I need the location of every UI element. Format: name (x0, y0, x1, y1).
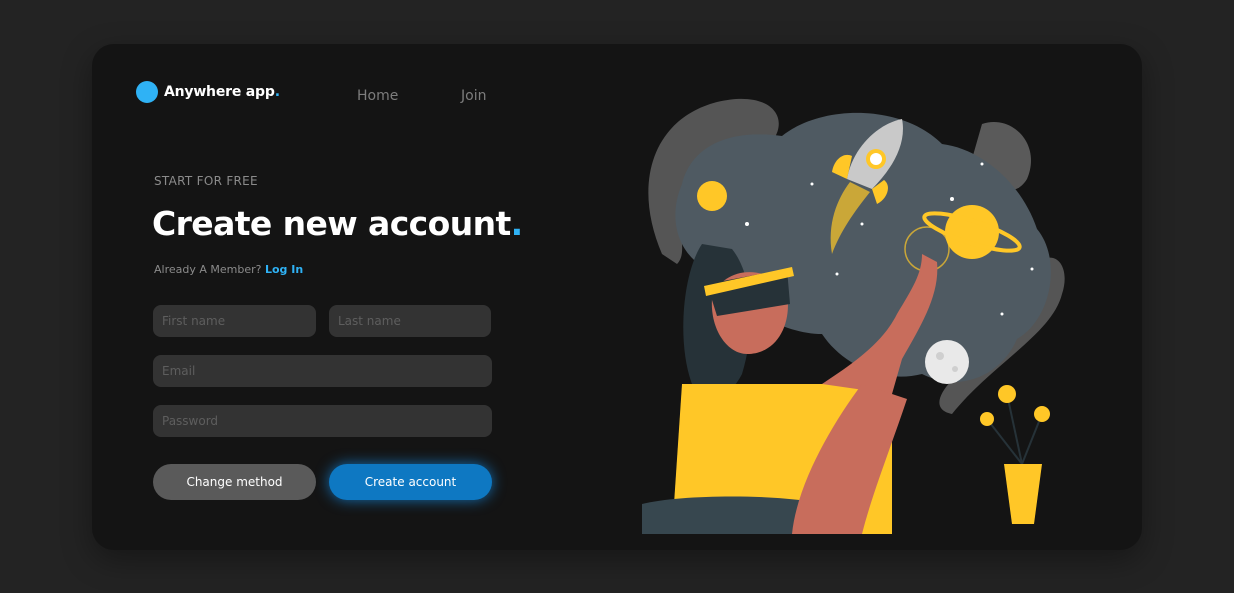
logo[interactable]: Anywhere app. (136, 81, 280, 103)
last-name-input[interactable] (329, 305, 491, 337)
signup-card: Anywhere app. Home Join START FOR FREE C… (92, 44, 1142, 550)
vase-icon (1004, 464, 1042, 524)
change-method-button[interactable]: Change method (153, 464, 316, 500)
nav-join-link[interactable]: Join (461, 88, 486, 104)
nav-home-link[interactable]: Home (357, 88, 398, 104)
title-dot: . (510, 204, 524, 243)
vr-space-illustration (642, 98, 1065, 534)
first-name-input[interactable] (153, 305, 316, 337)
logo-text: Anywhere app. (164, 84, 280, 100)
eyebrow-text: START FOR FREE (154, 174, 258, 188)
email-input[interactable] (153, 355, 492, 387)
moon-icon (925, 340, 969, 384)
member-prompt: Already A Member? Log In (154, 263, 303, 276)
brand-accent: . (274, 84, 280, 100)
planet-small-icon (697, 181, 727, 211)
brand-name: Anywhere app (164, 84, 275, 100)
password-input[interactable] (153, 405, 492, 437)
logo-dot-icon (136, 81, 158, 103)
title-text: Create new account (152, 204, 511, 243)
member-text: Already A Member? (154, 263, 262, 276)
plant-icon (980, 385, 1050, 465)
login-link[interactable]: Log In (265, 263, 303, 276)
page-title: Create new account. (152, 204, 523, 243)
create-account-button[interactable]: Create account (329, 464, 492, 500)
